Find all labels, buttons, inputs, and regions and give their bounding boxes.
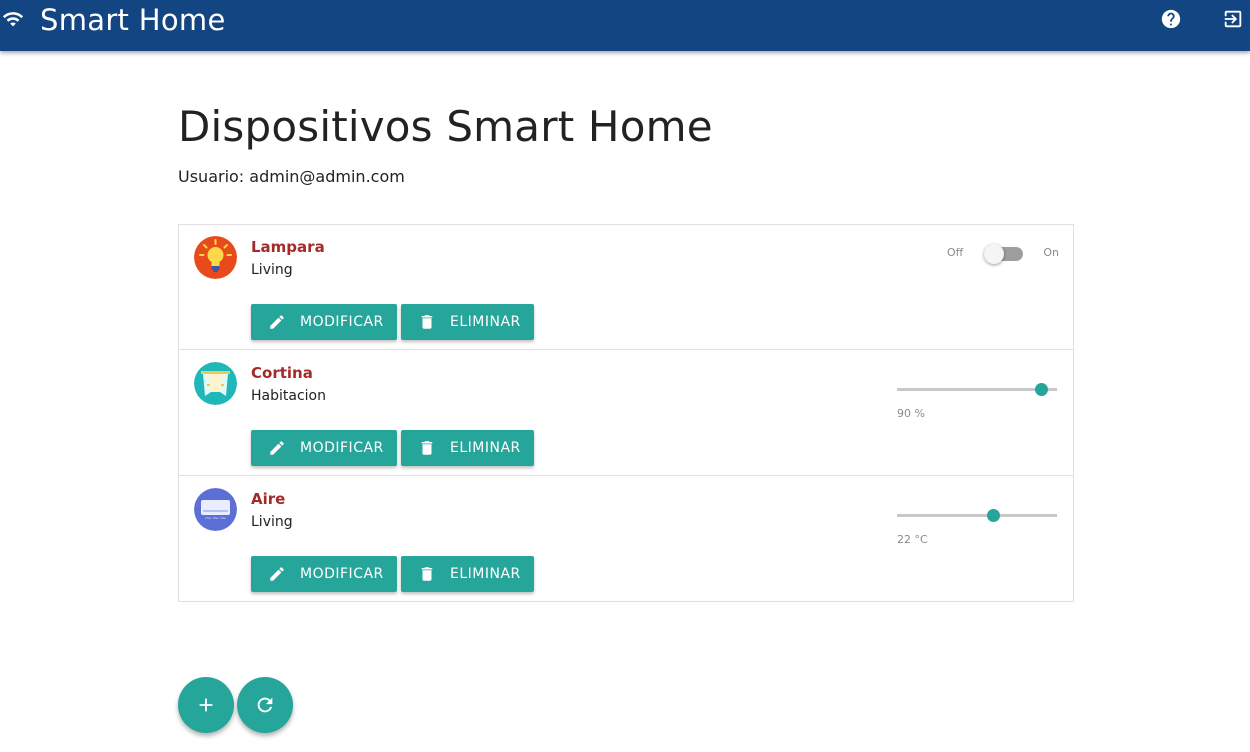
delete-button[interactable]: ELIMINAR	[401, 556, 534, 592]
refresh-button[interactable]	[237, 677, 293, 733]
plus-icon	[199, 698, 213, 712]
device-list: Lampara Living Off On MODIFICAR ELIMINAR	[178, 224, 1074, 602]
temperature-slider[interactable]	[897, 506, 1057, 526]
device-name: Aire	[251, 490, 286, 508]
logout-icon[interactable]	[1222, 8, 1244, 30]
modify-button[interactable]: MODIFICAR	[251, 430, 397, 466]
delete-label: ELIMINAR	[450, 566, 521, 582]
device-room: Habitacion	[251, 388, 326, 404]
switch-on-label: On	[1043, 246, 1059, 259]
delete-button[interactable]: ELIMINAR	[401, 430, 534, 466]
device-room: Living	[251, 262, 293, 278]
add-device-button[interactable]	[178, 677, 234, 733]
lightbulb-icon	[194, 236, 237, 279]
pencil-icon	[270, 441, 284, 455]
slider-thumb[interactable]	[987, 509, 1000, 522]
wifi-icon	[2, 12, 24, 27]
help-icon[interactable]	[1160, 8, 1182, 30]
switch-knob	[984, 244, 1004, 264]
switch-toggle[interactable]	[984, 244, 1023, 264]
device-item: Cortina Habitacion 90 % MODIFICAR ELIMIN…	[179, 351, 1073, 476]
modify-button[interactable]: MODIFICAR	[251, 304, 397, 340]
user-info: Usuario: admin@admin.com	[178, 167, 405, 186]
trash-icon	[421, 567, 433, 581]
position-slider[interactable]	[897, 380, 1057, 400]
pencil-icon	[270, 315, 284, 329]
curtain-icon	[194, 362, 237, 405]
top-app-bar: Smart Home	[0, 0, 1250, 51]
page-title: Dispositivos Smart Home	[178, 102, 713, 151]
delete-label: ELIMINAR	[450, 440, 521, 456]
power-switch: Off On	[947, 243, 1059, 265]
user-label: Usuario:	[178, 167, 245, 186]
modify-button[interactable]: MODIFICAR	[251, 556, 397, 592]
svg-text:~~~: ~~~	[204, 514, 227, 524]
trash-icon	[421, 441, 433, 455]
slider-track	[897, 388, 1057, 391]
slider-track	[897, 514, 1057, 517]
user-email: admin@admin.com	[249, 167, 405, 186]
refresh-icon	[257, 697, 273, 713]
device-name: Lampara	[251, 238, 325, 256]
slider-value-label: 90 %	[897, 407, 925, 420]
app-title: Smart Home	[40, 3, 226, 37]
trash-icon	[421, 315, 433, 329]
device-name: Cortina	[251, 364, 313, 382]
slider-value-label: 22 °C	[897, 533, 928, 546]
modify-label: MODIFICAR	[300, 440, 384, 456]
pencil-icon	[270, 567, 284, 581]
modify-label: MODIFICAR	[300, 566, 384, 582]
air-conditioner-icon: ~~~	[194, 488, 237, 531]
slider-thumb[interactable]	[1035, 383, 1048, 396]
device-room: Living	[251, 514, 293, 530]
delete-label: ELIMINAR	[450, 314, 521, 330]
modify-label: MODIFICAR	[300, 314, 384, 330]
delete-button[interactable]: ELIMINAR	[401, 304, 534, 340]
switch-off-label: Off	[947, 246, 964, 259]
device-item: Lampara Living Off On MODIFICAR ELIMINAR	[179, 225, 1073, 350]
device-item: ~~~ Aire Living 22 °C MODIFICAR ELIMINAR	[179, 477, 1073, 602]
